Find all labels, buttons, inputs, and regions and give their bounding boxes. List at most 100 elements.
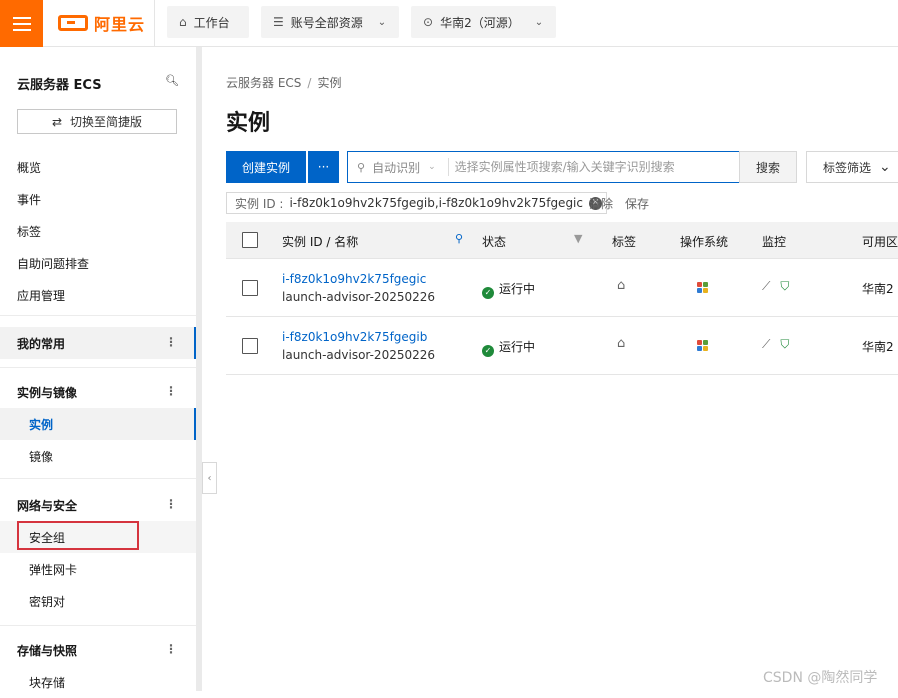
instance-search-box: ⚲ 自动识别 ⌄ bbox=[347, 151, 740, 183]
monitor-cell: ⟋ ⛉ bbox=[762, 337, 789, 352]
status-cell: ✓ 运行中 bbox=[482, 338, 535, 357]
home-icon: ⌂ bbox=[179, 15, 187, 29]
sidebar-item-app-management[interactable]: 应用管理 bbox=[17, 287, 65, 304]
sidebar-item-eni[interactable]: 弹性网卡 bbox=[0, 553, 196, 585]
sidebar-item-block-storage[interactable]: 块存储 bbox=[0, 666, 196, 698]
resource-scope-label: 账号全部资源 bbox=[290, 15, 363, 30]
status-text: 运行中 bbox=[499, 340, 536, 354]
status-text: 运行中 bbox=[499, 282, 536, 296]
breadcrumb-instance: 实例 bbox=[317, 76, 342, 90]
zone-cell: 华南2 bbox=[862, 282, 894, 296]
select-all-checkbox[interactable] bbox=[242, 232, 258, 248]
resource-scope-dropdown[interactable]: ☰ 账号全部资源 ⌄ bbox=[261, 6, 399, 38]
table-row: i-f8z0k1o9hv2k75fgegic launch-advisor-20… bbox=[226, 259, 898, 317]
page-title: 实例 bbox=[226, 111, 271, 136]
chevron-down-icon: ⌄ bbox=[534, 16, 544, 28]
sidebar-group-favorites[interactable]: 我的常用 ⋮ bbox=[0, 327, 196, 359]
more-actions-button[interactable]: ··· bbox=[308, 151, 339, 183]
chart-icon[interactable]: ⟋ bbox=[762, 279, 770, 293]
swap-arrows-icon: ⇄ bbox=[51, 114, 63, 129]
divider bbox=[447, 158, 449, 176]
divider bbox=[0, 315, 196, 316]
monitor-cell: ⟋ ⛉ bbox=[762, 279, 789, 294]
main-content: 云服务器 ECS / 实例 实例 创建实例 ··· ⚲ 自动识别 ⌄ 搜索 标签筛选… bbox=[202, 47, 898, 691]
search-mode-select[interactable]: 自动识别 bbox=[372, 159, 420, 176]
aliyun-logo-mark-icon bbox=[58, 15, 88, 31]
sidebar-item-tags[interactable]: 标签 bbox=[17, 223, 41, 240]
chevron-down-icon: ⌄ bbox=[377, 16, 387, 28]
group-label: 实例与镜像 bbox=[17, 385, 78, 400]
zone-cell: 华南2 bbox=[862, 340, 894, 354]
chart-icon[interactable]: ⟋ bbox=[762, 337, 770, 351]
instance-id-link[interactable]: i-f8z0k1o9hv2k75fgegic bbox=[282, 272, 426, 286]
switch-label: 切换至简捷版 bbox=[70, 115, 143, 129]
save-filters-link[interactable]: 保存 bbox=[625, 195, 649, 212]
watermark: CSDN @陶然同学 bbox=[763, 670, 878, 686]
chevron-down-icon: ⌄ bbox=[428, 162, 436, 172]
os-windows-icon bbox=[697, 340, 710, 356]
tag-icon[interactable]: ⌂ bbox=[617, 336, 625, 351]
tag-filter-dropdown[interactable]: 标签筛选 ⌄ bbox=[806, 151, 898, 183]
region-dropdown[interactable]: ⊙ 华南2（河源） ⌄ bbox=[411, 6, 556, 38]
sidebar-item-image[interactable]: 镜像 bbox=[0, 440, 196, 472]
table-row: i-f8z0k1o9hv2k75fgegib launch-advisor-20… bbox=[226, 317, 898, 375]
sidebar-item-troubleshoot[interactable]: 自助问题排查 bbox=[17, 255, 89, 272]
create-instance-button[interactable]: 创建实例 bbox=[226, 151, 306, 183]
top-divider bbox=[154, 0, 155, 47]
divider bbox=[0, 367, 196, 368]
search-icon[interactable]: 🔍︎ bbox=[165, 74, 179, 87]
region-label: 华南2（河源） bbox=[440, 15, 520, 30]
filter-key: 实例 ID : bbox=[235, 196, 284, 211]
instance-name: launch-advisor-20250226 bbox=[282, 290, 436, 304]
search-input[interactable] bbox=[454, 160, 725, 174]
filter-value: i-f8z0k1o9hv2k75fgegib,i-f8z0k1o9hv2k75f… bbox=[289, 196, 583, 210]
sidebar-item-instance[interactable]: 实例 bbox=[0, 408, 196, 440]
more-vertical-icon[interactable]: ⋮ bbox=[165, 384, 177, 398]
instance-table: 实例 ID / 名称 ⚲ 状态 ▼ 标签 操作系统 监控 可用区 i-f8z0k… bbox=[226, 222, 898, 375]
instance-id-link[interactable]: i-f8z0k1o9hv2k75fgegib bbox=[282, 330, 427, 344]
row-checkbox[interactable] bbox=[242, 280, 258, 296]
switch-simple-button[interactable]: ⇄ 切换至简捷版 bbox=[17, 109, 177, 134]
status-cell: ✓ 运行中 bbox=[482, 280, 535, 299]
hamburger-menu-icon[interactable] bbox=[0, 0, 43, 47]
sidebar-item-overview[interactable]: 概览 bbox=[17, 159, 41, 176]
aliyun-logo[interactable]: 阿里云 bbox=[58, 12, 145, 34]
sidebar-group-storage[interactable]: 存储与快照 ⋮ bbox=[0, 634, 196, 666]
filter-icon[interactable]: ▼ bbox=[574, 232, 582, 245]
sidebar-group-instances-images[interactable]: 实例与镜像 ⋮ bbox=[0, 376, 196, 408]
filter-chip: 实例 ID : i-f8z0k1o9hv2k75fgegib,i-f8z0k1o… bbox=[226, 192, 607, 214]
instance-name: launch-advisor-20250226 bbox=[282, 348, 436, 362]
sidebar-title: 云服务器 ECS bbox=[17, 78, 102, 93]
workbench-button[interactable]: ⌂ 工作台 bbox=[167, 6, 249, 38]
workbench-label: 工作台 bbox=[193, 15, 230, 30]
group-label: 我的常用 bbox=[17, 336, 66, 351]
clear-filters-link[interactable]: 清除 bbox=[589, 195, 613, 212]
check-circle-icon: ✓ bbox=[482, 287, 494, 299]
more-vertical-icon[interactable]: ⋮ bbox=[165, 497, 177, 511]
group-label: 存储与快照 bbox=[17, 643, 78, 658]
search-icon[interactable]: ⚲ bbox=[455, 232, 463, 245]
breadcrumb-ecs[interactable]: 云服务器 ECS bbox=[226, 76, 301, 90]
column-header-id: 实例 ID / 名称 bbox=[282, 235, 359, 249]
annotation-highlight-box bbox=[17, 521, 139, 550]
sidebar-item-keypair[interactable]: 密钥对 bbox=[0, 585, 196, 617]
shield-check-icon[interactable]: ⛉ bbox=[780, 279, 789, 293]
breadcrumb: 云服务器 ECS / 实例 bbox=[226, 74, 341, 91]
sidebar-item-events[interactable]: 事件 bbox=[17, 191, 41, 208]
column-header-status: 状态 bbox=[482, 235, 507, 249]
search-button[interactable]: 搜索 bbox=[739, 151, 797, 183]
column-header-zone: 可用区 bbox=[862, 235, 898, 249]
os-windows-icon bbox=[697, 282, 710, 298]
tag-icon[interactable]: ⌂ bbox=[617, 278, 625, 293]
row-checkbox[interactable] bbox=[242, 338, 258, 354]
tag-filter-label: 标签筛选 bbox=[823, 160, 872, 175]
location-pin-icon: ⊙ bbox=[423, 15, 434, 29]
column-header-tags: 标签 bbox=[612, 235, 637, 249]
more-vertical-icon[interactable]: ⋮ bbox=[165, 335, 177, 349]
column-header-os: 操作系统 bbox=[680, 235, 729, 249]
more-vertical-icon[interactable]: ⋮ bbox=[165, 642, 177, 656]
shield-check-icon[interactable]: ⛉ bbox=[780, 337, 789, 351]
sidebar-group-network-security[interactable]: 网络与安全 ⋮ bbox=[0, 489, 196, 521]
group-label: 网络与安全 bbox=[17, 498, 78, 513]
search-icon: ⚲ bbox=[357, 160, 366, 174]
